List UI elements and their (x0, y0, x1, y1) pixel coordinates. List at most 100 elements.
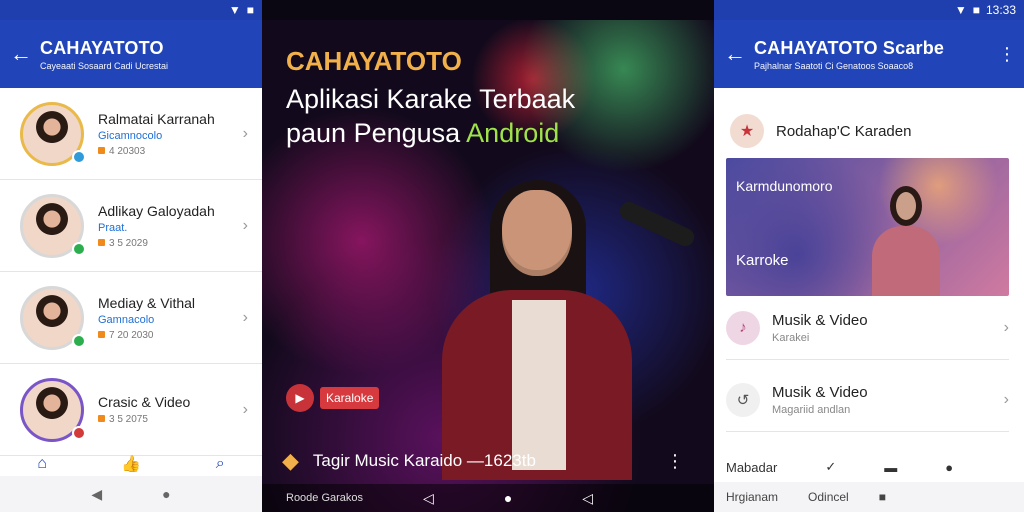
app-subtitle: Pajhalnar Saatoti Ci Genatoos Soaaco8 (754, 60, 914, 71)
chevron-right-icon: › (242, 308, 248, 326)
wifi-icon: ▼ (954, 3, 967, 17)
right-phone-screen: ▼ ■ 13:33 ← CAHAYATOTO Scarbe Pajhalnar … (714, 0, 1024, 512)
now-playing-bar[interactable]: ◆ Tagir Music Karaido —1623tb ⋮ (282, 448, 684, 474)
wifi-icon: ▼ (228, 3, 241, 17)
middle-phone-screen: CAHAYATOTO Aplikasi Karake Terbaak paun … (262, 0, 714, 512)
chevron-right-icon: › (1003, 390, 1009, 408)
contact-status: Praat. (98, 221, 128, 234)
music-icon: ◆ (282, 448, 299, 473)
singer-illustration (442, 180, 632, 480)
contact-item[interactable]: Crasic & Video 3 5 2075 › (0, 364, 262, 456)
headline-line-2: paun Pengusa Android (286, 118, 560, 148)
presence-badge (72, 241, 86, 256)
more-options-icon[interactable]: ⋮ (666, 451, 684, 472)
meta-icon (98, 330, 105, 338)
chevron-right-icon: › (242, 216, 248, 234)
contact-meta: 3 5 2075 (98, 414, 243, 425)
back-nav-icon[interactable]: ◁ (423, 490, 434, 507)
presence-badge (72, 333, 86, 348)
avatar (20, 285, 86, 350)
play-icon[interactable]: ▶ (286, 384, 314, 412)
link-icon: ↺ (726, 382, 760, 417)
chevron-right-icon: › (242, 124, 248, 142)
avatar (20, 377, 86, 442)
back-arrow-icon[interactable]: ← (10, 41, 40, 67)
user-icon[interactable]: ● (945, 460, 953, 475)
item-subtitle: Magariid andlan (772, 403, 851, 416)
featured-header[interactable]: ★ Rodahap'C Karaden (714, 88, 1024, 158)
back-nav-icon[interactable]: ◀ (91, 486, 102, 503)
header-titles: CAHAYATOTO Cayeaati Sosaard Cadi Ucresta… (40, 38, 252, 71)
header-titles: CAHAYATOTO Scarbe Pajhalnar Saatoti Ci G… (754, 38, 998, 71)
bottom-label: Roode Garakos (286, 492, 364, 504)
banner-title: Karmdunomoro (736, 178, 833, 194)
contact-name: Crasic & Video (98, 394, 191, 410)
karaoke-chip[interactable]: ▶ Karaloke (286, 384, 380, 412)
headline: Aplikasi Karake Terbaak paun Pengusa And… (286, 82, 575, 150)
app-header: ← CAHAYATOTO Scarbe Pajhalnar Saatoti Ci… (714, 20, 1024, 88)
home-nav-icon[interactable]: ● (162, 486, 170, 502)
contact-status: Gamnacolo (98, 313, 155, 326)
list-item[interactable]: ↺ Musik & Video Magariid andlan › (726, 368, 1009, 432)
contact-name: Ralmatai Karranah (98, 110, 215, 127)
check-icon[interactable]: ✓ (825, 459, 836, 475)
app-title: CAHAYATOTO (40, 37, 164, 58)
item-title: Musik & Video (772, 311, 868, 329)
battery-icon: ■ (972, 3, 980, 17)
search-icon[interactable]: ⌕ (216, 455, 225, 473)
home-icon[interactable]: ⌂ (37, 455, 47, 473)
status-time: 13:33 (985, 3, 1016, 17)
banner-caption: Karroke (736, 252, 789, 269)
meta-icon (98, 238, 105, 246)
footer-item[interactable]: Hrgianam (726, 490, 778, 504)
singer-thumbnail (866, 186, 946, 296)
system-nav-bar: ◀ ● (0, 476, 262, 512)
avatar (20, 101, 86, 166)
status-bar: ▼ ■ (0, 0, 262, 20)
meta-icon (98, 146, 105, 154)
contact-meta: 7 20 2030 (98, 330, 243, 341)
contact-name: Adlikay Galoyadah (98, 202, 215, 219)
presence-badge (72, 149, 86, 164)
avatar (20, 193, 86, 258)
brand-title: CAHAYATOTO (286, 46, 462, 76)
back-arrow-icon[interactable]: ← (724, 41, 754, 67)
status-bar: ▼ ■ 13:33 (714, 0, 1024, 20)
contact-name: Mediay & Vithal (98, 294, 196, 311)
chip-label: Karaloke (320, 387, 380, 409)
featured-label: Rodahap'C Karaden (776, 122, 912, 140)
presence-badge (72, 425, 86, 440)
bottom-navigation: Mabadar ✓ ▬ ● (714, 452, 1024, 482)
bottom-navigation: ⌂ 👍 ⌕ (0, 452, 262, 476)
contact-meta: 3 5 2029 (98, 238, 243, 249)
music-note-icon: ♪ (726, 310, 760, 345)
app-subtitle: Cayeaati Sosaard Cadi Ucrestai (40, 60, 169, 71)
status-bar (262, 0, 714, 20)
contact-item[interactable]: Ralmatai Karranah Gicamnocolo 4 20303 › (0, 88, 262, 180)
square-icon[interactable]: ■ (879, 490, 886, 504)
recent-nav-icon[interactable]: ◁ (582, 490, 593, 507)
star-icon: ★ (730, 114, 764, 148)
like-icon[interactable]: 👍 (121, 454, 141, 474)
footer-bar: Hrgianam Odincel ■ (714, 482, 1024, 512)
more-options-icon[interactable]: ⋮ (998, 44, 1016, 65)
list-item[interactable]: ♪ Musik & Video Karakei › (726, 296, 1009, 360)
home-nav-icon[interactable]: ● (504, 490, 512, 507)
contact-item[interactable]: Mediay & Vithal Gamnacolo 7 20 2030 › (0, 272, 262, 364)
item-title: Musik & Video (772, 383, 868, 401)
meta-icon (98, 415, 105, 422)
headline-line-1: Aplikasi Karake Terbaak (286, 84, 576, 114)
contact-item[interactable]: Adlikay Galoyadah Praat. 3 5 2029 › (0, 180, 262, 272)
left-phone-screen: ▼ ■ ← CAHAYATOTO Cayeaati Sosaard Cadi U… (0, 0, 262, 512)
battery-icon: ■ (246, 3, 254, 17)
bottom-label[interactable]: Mabadar (726, 460, 777, 475)
chat-icon[interactable]: ▬ (884, 460, 897, 475)
app-title: CAHAYATOTO Scarbe (754, 37, 945, 58)
system-nav-bar: Roode Garakos ◁ ● ◁ (262, 484, 714, 512)
chevron-right-icon: › (242, 400, 248, 418)
contact-status: Gicamnocolo (98, 129, 163, 142)
footer-item[interactable]: Odincel (808, 490, 849, 504)
app-header: ← CAHAYATOTO Cayeaati Sosaard Cadi Ucres… (0, 20, 262, 88)
contact-meta: 4 20303 (98, 146, 243, 157)
featured-banner[interactable]: Karmdunomoro Karroke (726, 158, 1009, 296)
